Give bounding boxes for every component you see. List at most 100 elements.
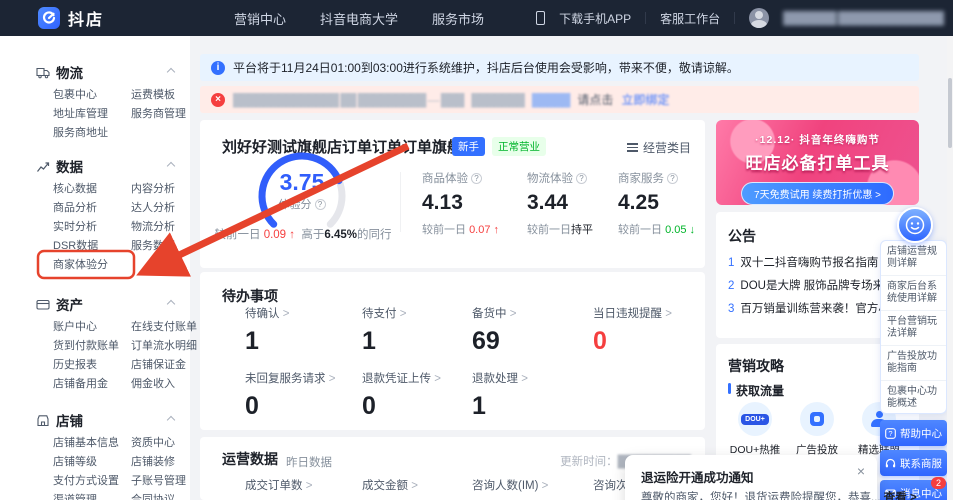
error-icon: ×	[211, 93, 225, 107]
todo-label[interactable]: 未回复服务请求	[245, 370, 335, 386]
section-items: 店铺基本信息 资质中心 店铺等级 店铺装修 支付方式设置 子账号管理 渠道管理 …	[53, 438, 178, 500]
todo-value[interactable]: 0	[245, 392, 335, 421]
sidebar-item[interactable]: 账户中心	[53, 322, 121, 333]
delta-value-up: 0.09 ↑	[264, 229, 295, 241]
sidebar-item[interactable]: 店铺等级	[53, 457, 121, 468]
todo-label[interactable]: 退款凭证上传	[362, 370, 441, 386]
todo-label[interactable]: 待支付	[362, 305, 406, 321]
bind-now-link[interactable]: 立即绑定	[621, 91, 669, 108]
faq-item[interactable]: 平台营销玩法详解	[881, 311, 946, 346]
divider	[645, 12, 646, 24]
faq-item[interactable]: 包裹中心功能概述	[881, 381, 946, 414]
divider	[400, 172, 401, 232]
ops-column-im-people[interactable]: 咨询人数(IM)	[472, 477, 548, 493]
sidebar-item[interactable]: 货到付款账单	[53, 341, 121, 352]
todo-title: 待办事项	[222, 286, 278, 306]
question-icon: ?	[885, 428, 896, 439]
sidebar-item[interactable]: 地址库管理	[53, 109, 121, 120]
metric-delta-prefix: 较前一日	[618, 224, 662, 236]
faq-item[interactable]: 广告投放功能指南	[881, 346, 946, 381]
todo-value[interactable]: 69	[472, 327, 516, 356]
sidebar-item[interactable]: 运费模板	[131, 90, 186, 101]
sidebar-item-merchant-experience-score[interactable]: 商家体验分	[53, 260, 121, 271]
todo-value[interactable]: 0	[593, 327, 672, 356]
wallet-icon	[36, 298, 50, 311]
todo-value[interactable]: 1	[245, 327, 289, 356]
sidebar-item[interactable]: 物流分析	[131, 222, 178, 233]
phone-icon	[536, 11, 545, 25]
sidebar-item[interactable]: 历史报表	[53, 360, 121, 371]
tooltip-icon[interactable]: ?	[667, 173, 678, 184]
sidebar-item[interactable]: 佣金收入	[131, 379, 197, 390]
todo-value[interactable]: 0	[362, 392, 441, 421]
tooltip-icon[interactable]: ?	[315, 199, 326, 210]
douyin-shop-logo-icon[interactable]	[38, 7, 60, 29]
sidebar-section-header-assets[interactable]: 资产	[36, 294, 178, 314]
sidebar-item[interactable]: 达人分析	[131, 203, 178, 214]
sidebar-section-header-logistics[interactable]: 物流	[36, 62, 178, 82]
help-center-button[interactable]: ? 帮助中心	[880, 420, 947, 446]
sidebar-item[interactable]: 店铺保证金	[131, 360, 197, 371]
sidebar-item[interactable]: 服务商地址	[53, 128, 121, 139]
nav-item-ecommerce-university[interactable]: 抖音电商大学	[320, 9, 398, 28]
sidebar-item[interactable]: 支付方式设置	[53, 476, 121, 487]
tooltip-icon[interactable]: ?	[471, 173, 482, 184]
robot-face-icon	[904, 214, 926, 236]
promo-trial-button[interactable]: 7天免费试用 续费打折优惠 >	[741, 182, 894, 205]
todo-label[interactable]: 当日违规提醒	[593, 305, 672, 321]
promo-banner-1212[interactable]: ·12.12· 抖音年终嗨购节 旺店必备打单工具 7天免费试用 续费打折优惠 >	[716, 120, 919, 205]
sidebar-item[interactable]: 商品分析	[53, 203, 121, 214]
list-icon	[627, 143, 638, 151]
chevron-up-icon	[167, 68, 175, 76]
todo-label[interactable]: 退款处理	[472, 370, 528, 386]
sidebar-item[interactable]: 订单流水明细	[131, 341, 197, 352]
sidebar-item[interactable]: 实时分析	[53, 222, 121, 233]
user-avatar[interactable]	[749, 8, 769, 28]
tool-ad-delivery[interactable]: 广告投放	[788, 402, 846, 457]
tooltip-icon[interactable]: ?	[576, 173, 587, 184]
sidebar-item[interactable]: 内容分析	[131, 184, 178, 195]
todo-value[interactable]: 1	[472, 392, 528, 421]
sidebar-section-header-data[interactable]: 数据	[36, 156, 178, 176]
storefront-icon	[36, 414, 50, 427]
todo-label[interactable]: 待确认	[245, 305, 289, 321]
chevron-up-icon	[167, 162, 175, 170]
sidebar-item[interactable]: 店铺基本信息	[53, 438, 121, 449]
sidebar-item[interactable]: 资质中心	[131, 438, 186, 449]
sidebar-item[interactable]: 渠道管理	[53, 495, 121, 500]
faq-item[interactable]: 商家后台系统使用详解	[881, 276, 946, 311]
service-workbench-link[interactable]: 客服工作台	[660, 10, 720, 27]
nav-item-marketing-center[interactable]: 营销中心	[234, 9, 286, 28]
sidebar-item[interactable]: 包裹中心	[53, 90, 121, 101]
nav-item-service-market[interactable]: 服务市场	[432, 9, 484, 28]
username-redacted[interactable]: ███████ ██████████████	[783, 11, 943, 25]
toast-view-link[interactable]: 查看 >	[884, 492, 917, 500]
sidebar-item[interactable]: 合同协议	[131, 495, 186, 500]
download-app-link[interactable]: 下载手机APP	[559, 10, 631, 27]
scrollbar-thumb[interactable]	[948, 78, 952, 148]
faq-item[interactable]: 店铺运营规则详解	[881, 241, 946, 276]
ops-subtitle: 昨日数据	[286, 454, 332, 470]
shop-overview-card: 刘好好测试旗舰店订单订单订单旗舰店 新手 正常营业 经营类目 3.75 体验分 …	[200, 120, 705, 268]
todo-label[interactable]: 备货中	[472, 305, 516, 321]
close-icon[interactable]: ×	[857, 463, 865, 479]
sidebar-item[interactable]: 服务商管理	[131, 109, 186, 120]
metric-label: 商家服务	[618, 170, 664, 186]
tool-dou-plus[interactable]: DOU+ DOU+热推	[726, 402, 784, 457]
info-icon: i	[211, 61, 225, 75]
ops-column-amount[interactable]: 成交金额	[362, 477, 418, 493]
business-category-button[interactable]: 经营类目	[627, 139, 691, 156]
sidebar-item[interactable]: 核心数据	[53, 184, 121, 195]
sidebar-item[interactable]: 店铺装修	[131, 457, 186, 468]
ops-column-orders[interactable]: 成交订单数	[245, 477, 312, 493]
contact-service-button[interactable]: 联系商服	[880, 450, 947, 476]
sidebar-item[interactable]: 服务数据	[131, 241, 178, 252]
sidebar-section-header-shop[interactable]: 店铺	[36, 410, 178, 430]
sidebar-item[interactable]: 在线支付账单	[131, 322, 197, 333]
sidebar-item[interactable]: DSR数据	[53, 241, 121, 252]
todo-value[interactable]: 1	[362, 327, 406, 356]
sidebar-item[interactable]: 店铺备用金	[53, 379, 121, 390]
assistant-avatar-icon[interactable]	[897, 207, 933, 243]
sidebar-item[interactable]: 子账号管理	[131, 476, 186, 487]
metric-label: 物流体验	[527, 170, 573, 186]
